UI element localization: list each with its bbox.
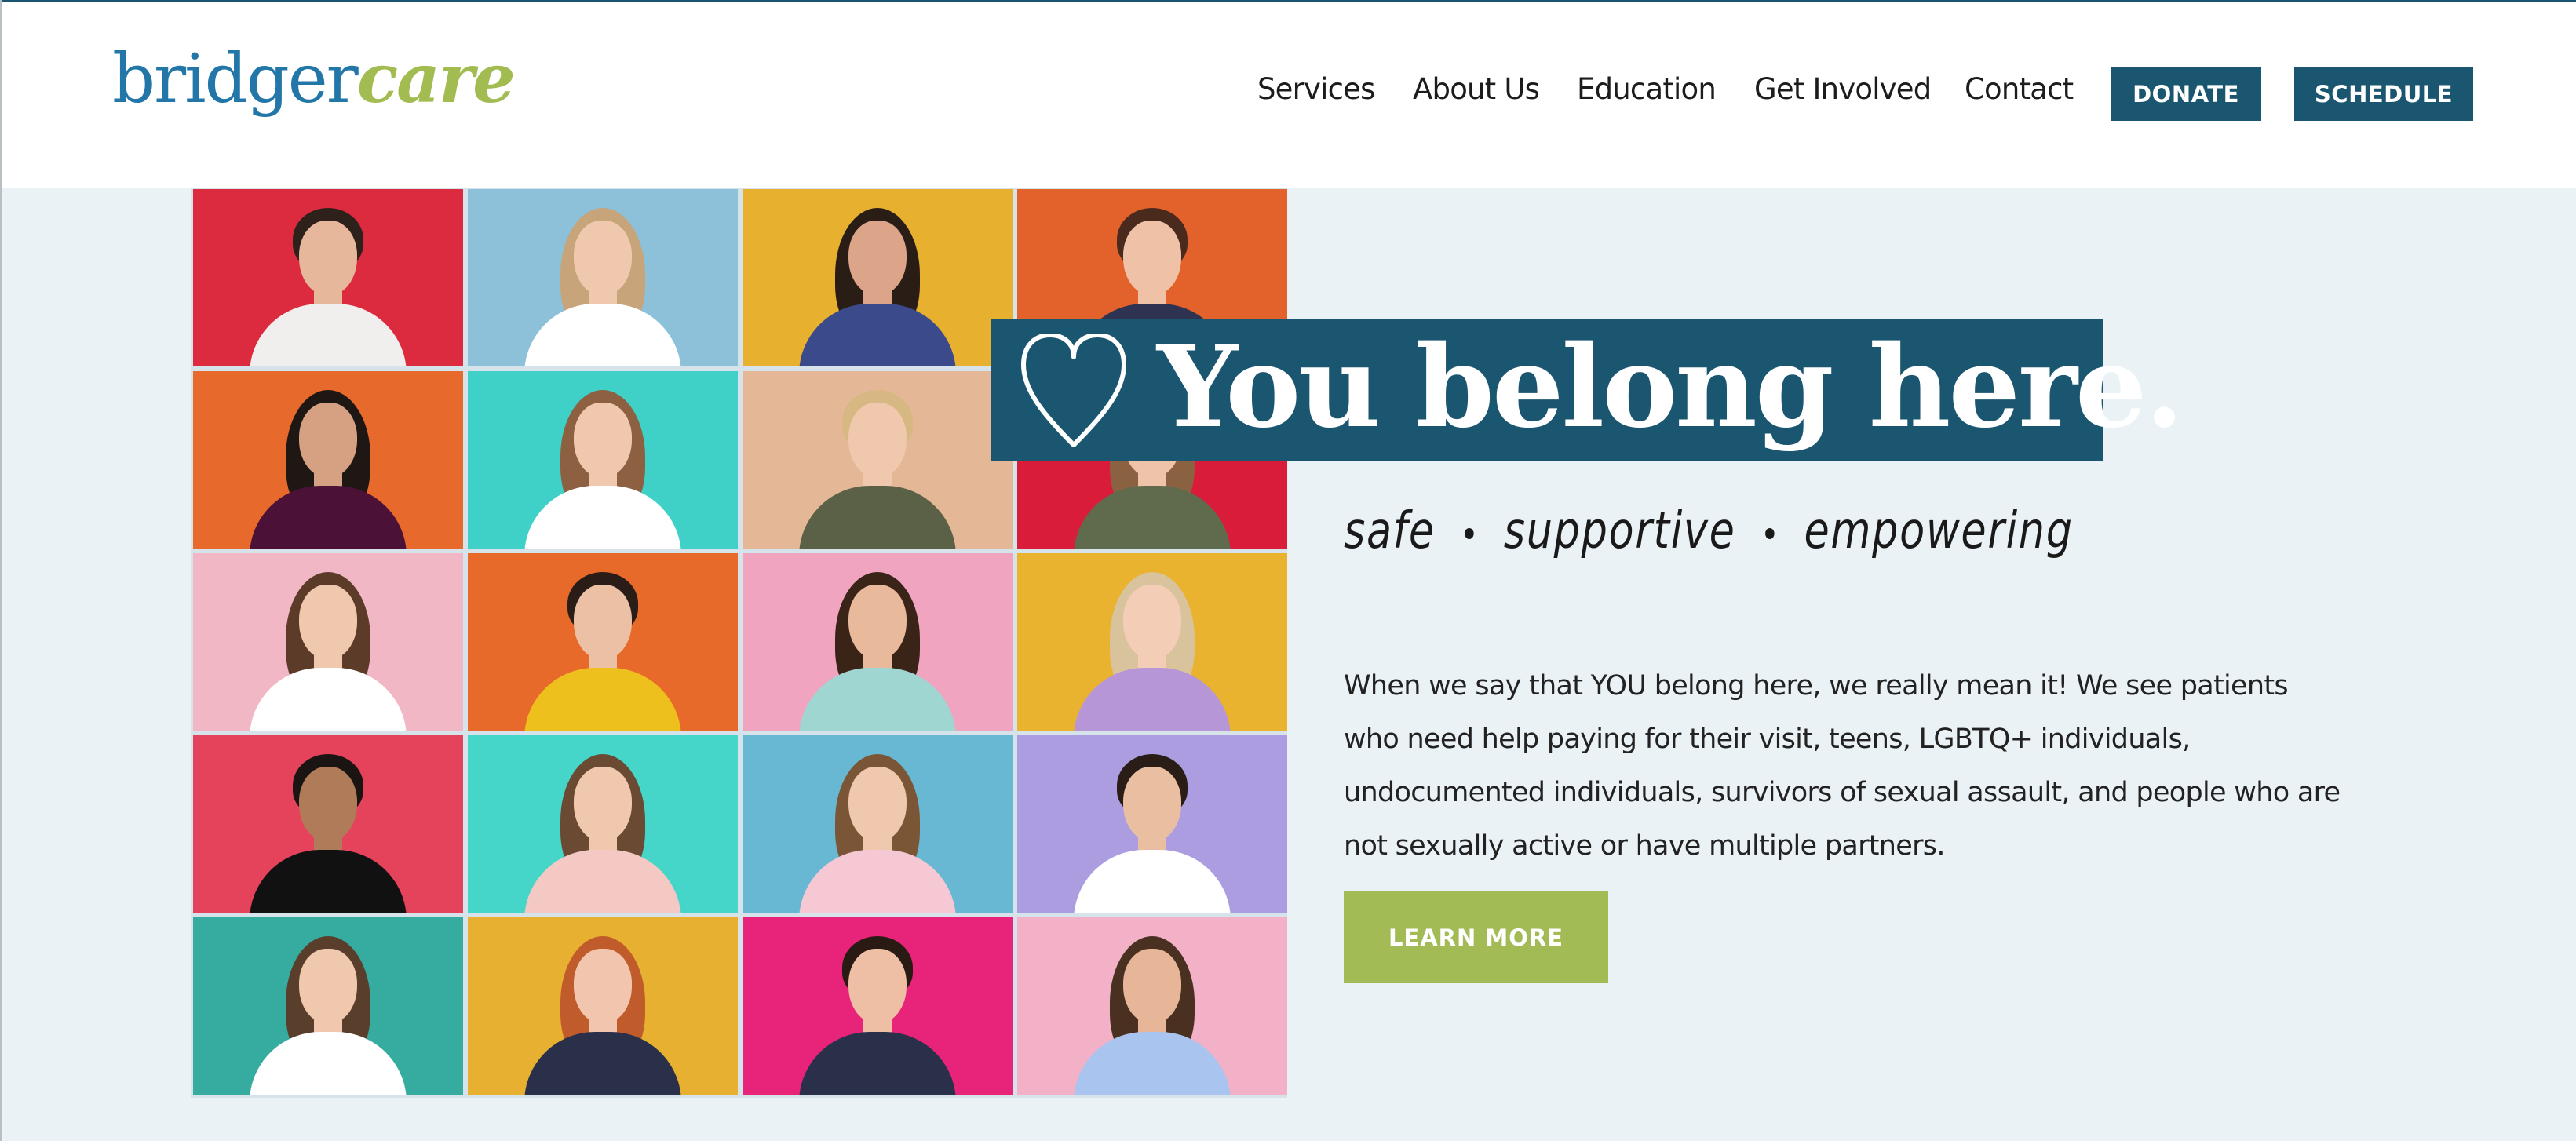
portrait-shirt (799, 486, 956, 549)
tagline-word-empowering: empowering (1804, 502, 2074, 560)
portrait-photo (468, 371, 738, 549)
site-header: bridgercare Services About Us Education … (0, 0, 2576, 188)
portrait-shirt (250, 850, 407, 913)
learn-more-button[interactable]: LEARN MORE (1344, 891, 1608, 983)
portrait-photo (193, 189, 463, 366)
portrait-photo (743, 917, 1013, 1095)
portrait-shirt (524, 486, 681, 549)
nav-services[interactable]: Services (1257, 72, 1375, 107)
portrait-photo (468, 735, 738, 913)
portrait-photo (1017, 917, 1287, 1095)
portrait-face (1123, 767, 1181, 842)
portrait-photo (193, 371, 463, 549)
portrait-shirt (799, 668, 956, 731)
logo-text-bridger: bridger (112, 40, 359, 118)
top-border (0, 0, 2576, 2)
portrait-photo (193, 917, 463, 1095)
nav-contact[interactable]: Contact (1965, 72, 2074, 107)
portrait-face (299, 403, 357, 478)
portrait-shirt (250, 668, 407, 731)
portrait-photo (468, 553, 738, 731)
portrait-shirt (524, 850, 681, 913)
portrait-shirt (250, 486, 407, 549)
hero-description: When we say that YOU belong here, we rea… (1344, 670, 2341, 862)
portrait-shirt (250, 1032, 407, 1095)
portrait-face (299, 949, 357, 1024)
portrait-shirt (1074, 1032, 1231, 1095)
portrait-photo (1017, 553, 1287, 731)
bullet-dot (1465, 528, 1475, 540)
portrait-face (848, 403, 907, 478)
schedule-button[interactable]: SCHEDULE (2294, 67, 2473, 121)
portrait-shirt (524, 668, 681, 731)
nav-education[interactable]: Education (1577, 72, 1717, 107)
portrait-photo (1017, 735, 1287, 913)
nav-get-involved[interactable]: Get Involved (1754, 72, 1932, 107)
logo[interactable]: bridgercare (112, 36, 516, 122)
portrait-shirt (799, 304, 956, 366)
left-border (0, 0, 2, 1141)
tagline: safe supportive empowering (1344, 502, 2074, 560)
portrait-face (848, 585, 907, 660)
portrait-face (574, 221, 632, 296)
tagline-word-safe: safe (1344, 502, 1436, 560)
portrait-shirt (1074, 668, 1231, 731)
headline-banner: You belong here. (991, 319, 2184, 461)
portrait-face (1123, 585, 1181, 660)
portrait-photo (743, 371, 1013, 549)
portrait-photo (743, 735, 1013, 913)
logo-text-care: care (356, 39, 516, 118)
portrait-shirt (250, 304, 407, 366)
portrait-face (574, 767, 632, 842)
portrait-face (574, 585, 632, 660)
portrait-photo (468, 917, 738, 1095)
portrait-face (299, 767, 357, 842)
heart-outline-icon (1021, 334, 1126, 447)
nav-about-us[interactable]: About Us (1413, 72, 1540, 107)
portrait-shirt (799, 850, 956, 913)
portrait-shirt (524, 304, 681, 366)
portrait-shirt (524, 1032, 681, 1095)
hero-headline: You belong here. (1157, 320, 2184, 453)
portrait-shirt (1074, 850, 1231, 913)
portrait-face (848, 221, 907, 296)
portrait-shirt (799, 1032, 956, 1095)
portrait-photo (743, 553, 1013, 731)
donate-button[interactable]: DONATE (2111, 67, 2261, 121)
bullet-dot (1765, 528, 1775, 540)
portrait-face (848, 949, 907, 1024)
portrait-face (299, 585, 357, 660)
portrait-face (1123, 949, 1181, 1024)
portrait-photo (193, 735, 463, 913)
portrait-photo (743, 189, 1013, 366)
tagline-word-supportive: supportive (1503, 502, 1736, 560)
portrait-shirt (1074, 486, 1231, 549)
portrait-face (848, 767, 907, 842)
portrait-face (299, 221, 357, 296)
portrait-face (574, 403, 632, 478)
portrait-face (1123, 221, 1181, 296)
portrait-face (574, 949, 632, 1024)
portrait-photo (468, 189, 738, 366)
portrait-photo (193, 553, 463, 731)
